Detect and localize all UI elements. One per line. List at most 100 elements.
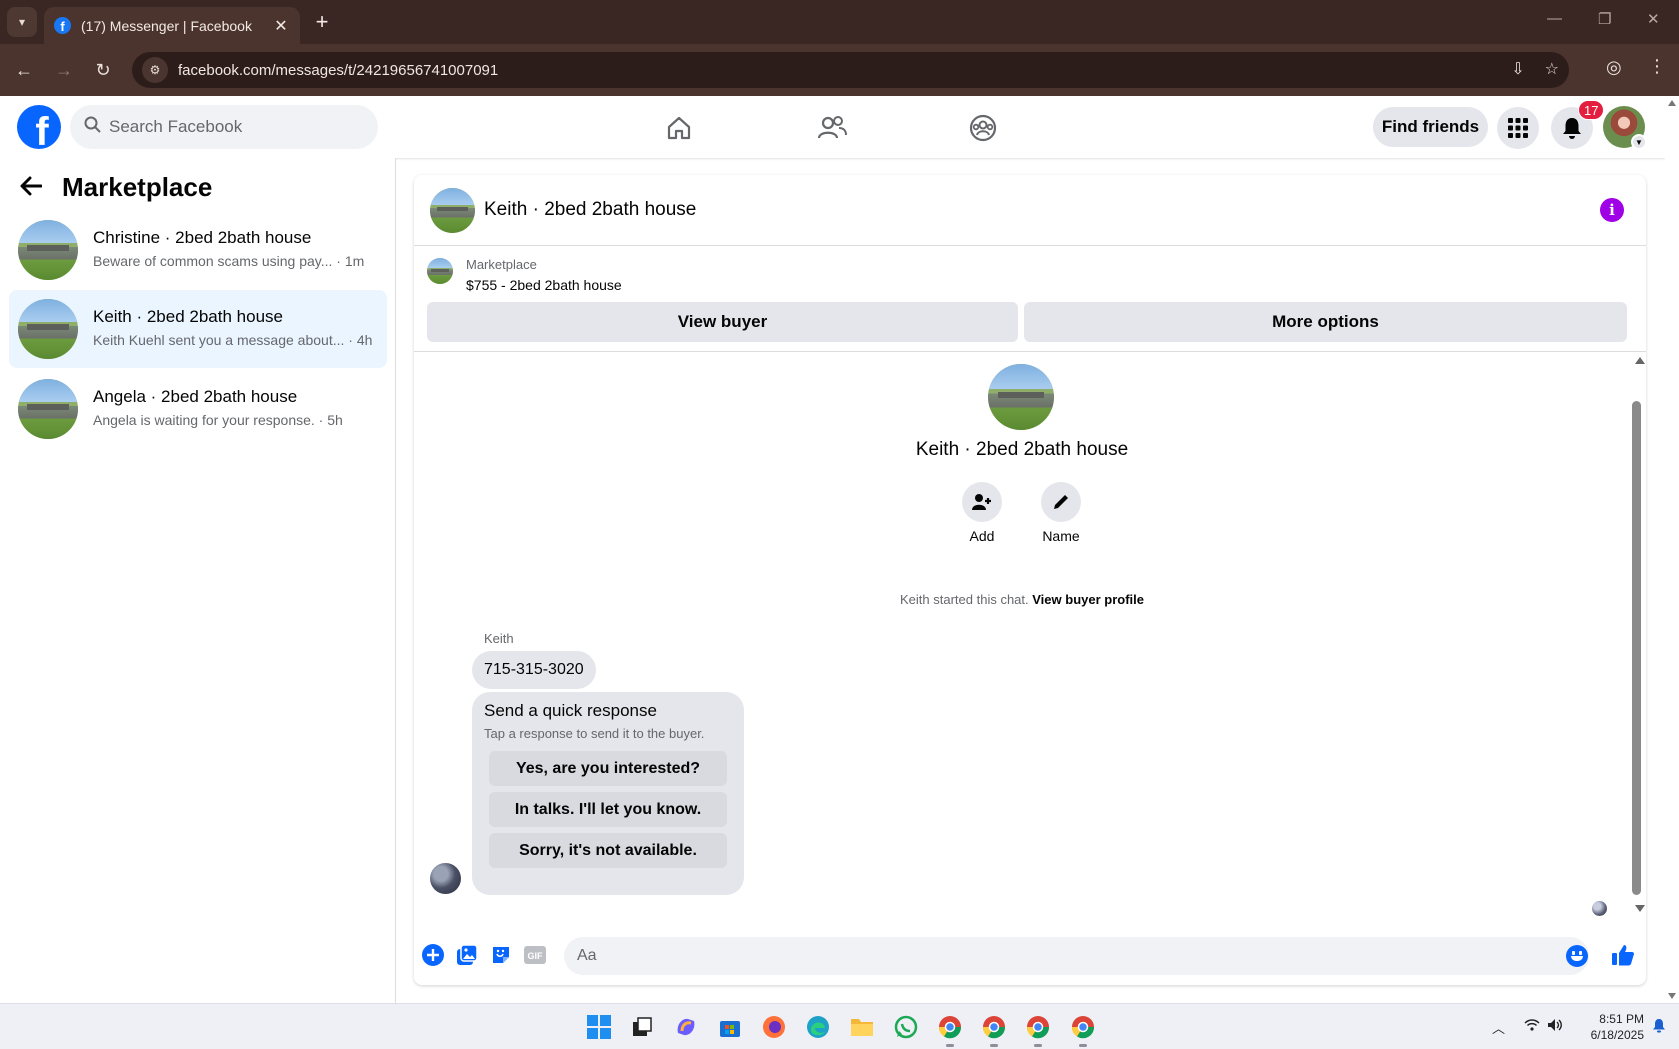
back-arrow-icon[interactable]: ← xyxy=(11,57,37,83)
add-member-action[interactable]: Add xyxy=(947,482,1017,544)
menu-grid-icon[interactable] xyxy=(1497,107,1539,149)
message-input[interactable]: Aa xyxy=(564,937,1589,975)
wifi-icon[interactable] xyxy=(1524,1018,1540,1035)
whatsapp-icon[interactable] xyxy=(893,1014,919,1040)
listing-thumbnail[interactable] xyxy=(427,258,453,284)
quick-response-subtitle: Tap a response to send it to the buyer. xyxy=(484,726,705,741)
browser-toolbar: ← → ↻ ⚙ facebook.com/messages/t/24219656… xyxy=(0,44,1679,96)
chrome-profile-4-icon[interactable] xyxy=(1070,1014,1096,1040)
quick-response-in-talks-button[interactable]: In talks. I'll let you know. xyxy=(489,792,727,827)
chrome-profile-3-icon[interactable] xyxy=(1025,1014,1051,1040)
page-scroll-up-icon[interactable] xyxy=(1668,100,1676,106)
close-window-icon[interactable]: ✕ xyxy=(1647,10,1660,28)
emoji-icon[interactable] xyxy=(1566,945,1588,967)
microsoft-store-icon[interactable] xyxy=(717,1014,743,1040)
new-tab-button[interactable]: + xyxy=(310,9,334,34)
buyer-profile-avatar[interactable] xyxy=(988,364,1054,430)
conversation-info-icon[interactable]: i xyxy=(1600,198,1624,222)
quick-response-interested-button[interactable]: Yes, are you interested? xyxy=(489,751,727,786)
home-nav-icon[interactable] xyxy=(661,110,697,146)
chat-panel: Keith · 2bed 2bath house i Marketplace $… xyxy=(414,175,1646,985)
friends-nav-icon[interactable] xyxy=(814,110,850,146)
forward-arrow-icon[interactable]: → xyxy=(51,57,77,83)
copilot-icon[interactable] xyxy=(673,1014,699,1040)
quick-response-title: Send a quick response xyxy=(484,701,657,720)
groups-nav-icon[interactable] xyxy=(965,110,1001,146)
chat-header-avatar[interactable] xyxy=(430,188,475,233)
sender-avatar[interactable] xyxy=(430,863,461,894)
facebook-logo[interactable]: f xyxy=(17,105,61,149)
system-clock[interactable]: 8:51 PM 6/18/2025 xyxy=(1566,1011,1644,1043)
more-options-button[interactable]: More options xyxy=(1024,302,1627,342)
message-composer: GIF Aa xyxy=(414,927,1646,985)
search-input[interactable]: Search Facebook xyxy=(70,105,378,149)
like-thumbs-up-icon[interactable] xyxy=(1611,943,1635,967)
site-settings-icon[interactable]: ⚙ xyxy=(142,57,168,83)
firefox-icon[interactable] xyxy=(761,1014,787,1040)
find-friends-button[interactable]: Find friends xyxy=(1373,107,1488,147)
view-buyer-button[interactable]: View buyer xyxy=(427,302,1018,342)
chrome-profile-2-icon[interactable] xyxy=(981,1014,1007,1040)
browser-tab-messenger[interactable]: f (17) Messenger | Facebook ✕ xyxy=(44,7,300,44)
address-bar[interactable]: ⚙ facebook.com/messages/t/24219656741007… xyxy=(132,52,1569,88)
reload-icon[interactable]: ↻ xyxy=(90,57,116,83)
sidebar-title: Marketplace xyxy=(62,172,213,202)
task-view-icon[interactable] xyxy=(629,1014,655,1040)
back-arrow-icon[interactable] xyxy=(20,172,50,203)
chat-started-notice: Keith started this chat. View buyer prof… xyxy=(900,592,1144,607)
install-app-icon[interactable]: ⇩ xyxy=(1511,59,1524,79)
conversation-item-keith[interactable]: Keith · 2bed 2bath house Keith Kuehl sen… xyxy=(9,290,387,368)
file-explorer-icon[interactable] xyxy=(849,1014,875,1040)
tab-close-icon[interactable]: ✕ xyxy=(272,16,290,36)
bookmark-star-icon[interactable]: ☆ xyxy=(1545,59,1559,79)
conversation-thumbnail xyxy=(18,299,78,359)
add-person-icon[interactable] xyxy=(962,482,1002,522)
clock-time: 8:51 PM xyxy=(1599,1012,1644,1026)
show-hidden-icons-chevron-up-icon[interactable]: ︿ xyxy=(1492,1018,1505,1037)
gif-icon[interactable]: GIF xyxy=(523,943,547,967)
conversation-item-angela[interactable]: Angela · 2bed 2bath house Angela is wait… xyxy=(9,370,387,448)
chrome-profile-1-icon[interactable] xyxy=(937,1014,963,1040)
tab-title: (17) Messenger | Facebook xyxy=(81,17,252,34)
chat-title[interactable]: Keith · 2bed 2bath house xyxy=(484,199,696,221)
restore-window-icon[interactable]: ❐ xyxy=(1598,10,1611,28)
windows-taskbar: ︿ 8:51 PM 6/18/2025 xyxy=(0,1003,1679,1049)
windows-start-icon[interactable] xyxy=(586,1014,612,1040)
scroll-down-arrow-icon[interactable] xyxy=(1635,905,1645,912)
attach-photo-icon[interactable] xyxy=(455,943,479,967)
taskbar-running-indicator xyxy=(1034,1044,1042,1047)
sticker-icon[interactable] xyxy=(489,943,513,967)
account-chevron-down-icon[interactable]: ▼ xyxy=(1631,134,1647,150)
page-scrollbar[interactable] xyxy=(1665,96,1679,1003)
name-chat-action[interactable]: Name xyxy=(1026,482,1096,544)
volume-icon[interactable] xyxy=(1547,1018,1563,1035)
page-scroll-down-icon[interactable] xyxy=(1668,993,1676,999)
minimize-window-icon[interactable]: — xyxy=(1547,10,1562,27)
conversation-preview: Beware of common scams using pay... · 1m xyxy=(93,253,365,269)
browser-menu-icon[interactable]: ⋮ xyxy=(1648,56,1666,77)
more-actions-plus-icon[interactable] xyxy=(421,943,445,967)
quick-response-not-available-button[interactable]: Sorry, it's not available. xyxy=(489,833,727,868)
edge-icon[interactable] xyxy=(805,1014,831,1040)
scroll-up-arrow-icon[interactable] xyxy=(1635,357,1645,364)
browser-profile-icon[interactable]: ◎ xyxy=(1606,57,1622,78)
pencil-icon[interactable] xyxy=(1041,482,1081,522)
notification-center-bell-icon[interactable] xyxy=(1652,1018,1666,1036)
conversation-name: Angela · 2bed 2bath house xyxy=(93,387,298,406)
conversation-name: Keith · 2bed 2bath house xyxy=(93,307,283,326)
listing-price-title[interactable]: $755 - 2bed 2bath house xyxy=(466,277,622,293)
conversation-preview: Keith Kuehl sent you a message about... … xyxy=(93,332,373,348)
message-input-placeholder: Aa xyxy=(577,947,597,964)
add-label: Add xyxy=(969,528,995,544)
url-text[interactable]: facebook.com/messages/t/2421965674100709… xyxy=(178,62,498,79)
conversation-thumbnail xyxy=(18,379,78,439)
message-bubble[interactable]: 715-315-3020 xyxy=(472,651,596,689)
browser-tab-bar: ▾ f (17) Messenger | Facebook ✕ + — ❐ ✕ xyxy=(0,0,1679,44)
sender-name: Keith xyxy=(484,631,514,646)
chat-header: Keith · 2bed 2bath house i xyxy=(414,175,1646,246)
tab-list-chevron-icon[interactable]: ▾ xyxy=(7,7,37,37)
conversation-item-christine[interactable]: Christine · 2bed 2bath house Beware of c… xyxy=(9,211,387,289)
messages-scroll-thumb[interactable] xyxy=(1632,401,1641,895)
view-buyer-profile-link[interactable]: View buyer profile xyxy=(1032,592,1144,607)
name-label: Name xyxy=(1042,528,1080,544)
